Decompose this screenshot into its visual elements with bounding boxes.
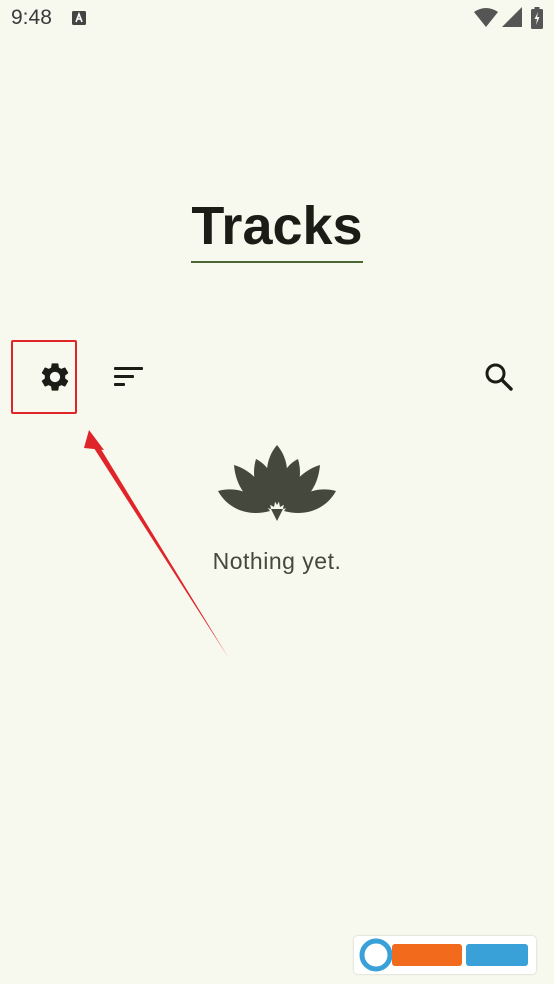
annotation-highlight-box [11, 340, 77, 414]
title-area: Tracks [0, 193, 554, 263]
app-screen: 9:48 Tracks Nothing yet. [0, 0, 554, 984]
notification-a-icon [72, 11, 86, 25]
battery-charging-icon [531, 7, 543, 34]
search-button[interactable] [470, 353, 528, 405]
status-bar: 9:48 [0, 0, 554, 38]
search-icon [484, 362, 514, 397]
lotus-icon [216, 443, 338, 523]
empty-state-message: Nothing yet. [212, 548, 342, 574]
watermark-logo [354, 936, 536, 974]
wifi-icon [474, 7, 498, 32]
page-title: Tracks [191, 193, 363, 263]
sort-icon [114, 366, 144, 393]
status-time: 9:48 [11, 6, 52, 29]
sort-button[interactable] [100, 353, 158, 405]
signal-icon [502, 7, 522, 32]
